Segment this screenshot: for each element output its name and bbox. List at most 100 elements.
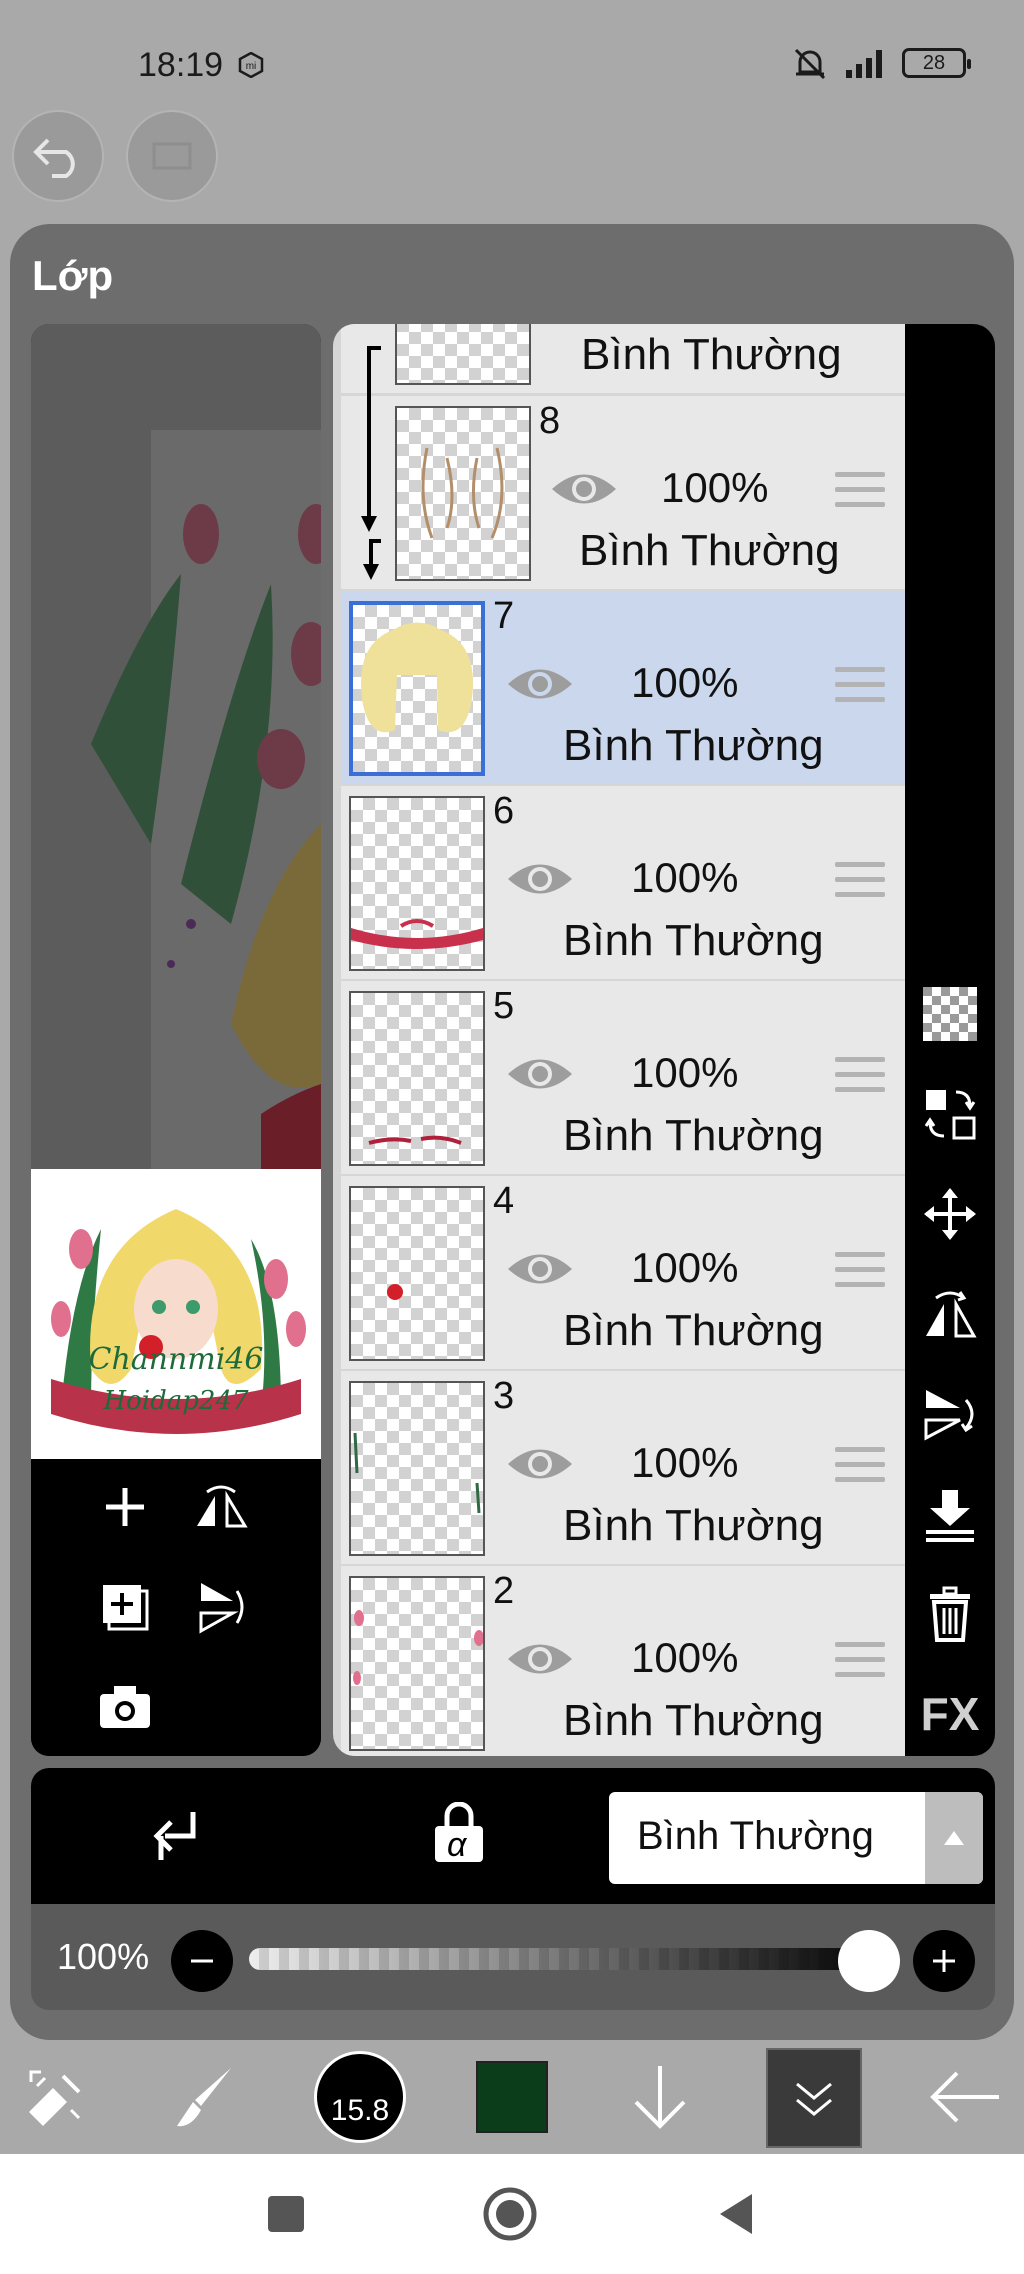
layer-drag-handle[interactable] bbox=[835, 862, 885, 902]
layer-blend-mode: Bình Thường bbox=[563, 916, 824, 965]
triangle-up-icon bbox=[944, 1831, 964, 1845]
camera-button[interactable] bbox=[95, 1677, 155, 1737]
layer-drag-handle[interactable] bbox=[835, 1642, 885, 1682]
flip-vertical-button[interactable] bbox=[191, 1577, 251, 1637]
layer-thumbnail bbox=[395, 406, 531, 581]
back-button[interactable] bbox=[706, 2184, 766, 2244]
layer-opacity: 100% bbox=[631, 1049, 739, 1096]
redo-button[interactable] bbox=[126, 110, 218, 202]
delete-layer-button[interactable] bbox=[920, 1584, 980, 1644]
visibility-eye-icon[interactable] bbox=[505, 661, 575, 707]
visibility-eye-icon[interactable] bbox=[505, 1441, 575, 1487]
thumbnail-watermark-1: Channmi46 bbox=[88, 1342, 263, 1377]
camera-icon bbox=[100, 1686, 150, 1728]
layer-row[interactable]: 6 100% Bình Thường bbox=[341, 786, 905, 979]
canvas-column: Channmi46 Hoidap247 bbox=[31, 324, 321, 1756]
alpha-lock-button[interactable]: α bbox=[431, 1801, 487, 1864]
opacity-increase-button[interactable] bbox=[913, 1930, 975, 1992]
swap-layer-button[interactable] bbox=[920, 1084, 980, 1144]
color-picker-button[interactable] bbox=[472, 2040, 552, 2154]
transform-tool-button[interactable] bbox=[18, 2040, 98, 2154]
transparency-button[interactable] bbox=[920, 984, 980, 1044]
layer-drag-handle[interactable] bbox=[835, 472, 885, 512]
move-button[interactable] bbox=[920, 1184, 980, 1244]
duplicate-layer-icon bbox=[103, 1585, 149, 1631]
opacity-slider-knob[interactable] bbox=[838, 1930, 900, 1992]
visibility-eye-icon[interactable] bbox=[505, 856, 575, 902]
layer-thumbnail-art bbox=[353, 1432, 481, 1514]
alpha-symbol: α bbox=[447, 1826, 467, 1864]
layer-row-selected[interactable]: 7 100% Bình Thường bbox=[341, 591, 905, 784]
back-arrow-button[interactable] bbox=[920, 2040, 1010, 2154]
layer-drag-handle[interactable] bbox=[835, 1447, 885, 1487]
panel-title: Lớp bbox=[32, 252, 114, 299]
layer-number: 3 bbox=[493, 1375, 515, 1417]
circle-home-icon bbox=[483, 2187, 537, 2241]
layer-drag-handle[interactable] bbox=[835, 1057, 885, 1097]
layer-row[interactable]: 8 100% Bình Thường bbox=[341, 346, 905, 589]
add-layer-button[interactable] bbox=[95, 1477, 155, 1537]
canvas-preview[interactable] bbox=[31, 324, 321, 1169]
arrow-down-icon bbox=[634, 2066, 686, 2129]
layer-list: Bình Thường 8 100% Bình Thường 7 100% Bì… bbox=[333, 324, 905, 1756]
flip-vertical-button-right[interactable] bbox=[920, 1384, 980, 1444]
merge-down-icon bbox=[926, 1490, 974, 1542]
home-button[interactable] bbox=[480, 2184, 540, 2244]
layer-thumbnail bbox=[349, 991, 485, 1166]
layer-down-button[interactable] bbox=[620, 2040, 700, 2154]
layer-number: 6 bbox=[493, 790, 515, 832]
blend-mode-bar: α Bình Thường bbox=[31, 1768, 995, 1904]
fx-button[interactable]: FX bbox=[915, 1684, 985, 1744]
system-navigation-bar bbox=[0, 2154, 1024, 2274]
layer-drag-handle[interactable] bbox=[835, 1252, 885, 1292]
layer-thumbnail-art bbox=[351, 919, 483, 949]
layer-thumbnail-art bbox=[421, 447, 504, 539]
recent-apps-button[interactable] bbox=[256, 2184, 316, 2244]
merge-down-button[interactable] bbox=[920, 1484, 980, 1544]
artwork-thumbnail-image: Channmi46 Hoidap247 bbox=[51, 1209, 306, 1434]
layer-blend-mode: Bình Thường bbox=[563, 1696, 824, 1745]
signal-icon bbox=[846, 50, 882, 78]
artwork-thumbnail: Channmi46 Hoidap247 bbox=[31, 1169, 321, 1459]
duplicate-layer-button[interactable] bbox=[95, 1577, 155, 1637]
layer-row[interactable]: 3 100% Bình Thường bbox=[341, 1371, 905, 1564]
clipping-icon bbox=[153, 1812, 196, 1860]
move-icon bbox=[924, 1188, 976, 1240]
visibility-eye-icon[interactable] bbox=[505, 1636, 575, 1682]
layer-blend-mode: Bình Thường bbox=[579, 526, 840, 575]
flip-horizontal-button[interactable] bbox=[191, 1477, 251, 1537]
layer-row[interactable]: Bình Thường bbox=[341, 324, 905, 393]
opacity-slider-track[interactable] bbox=[249, 1948, 883, 1970]
layer-opacity: 100% bbox=[661, 464, 769, 511]
visibility-eye-icon[interactable] bbox=[505, 1051, 575, 1097]
opacity-decrease-button[interactable] bbox=[171, 1930, 233, 1992]
visibility-eye-icon[interactable] bbox=[505, 1246, 575, 1292]
bottom-toolbar: 15.8 bbox=[0, 2040, 1024, 2154]
layer-number: 8 bbox=[539, 400, 561, 442]
blend-mode-select[interactable]: Bình Thường bbox=[609, 1792, 983, 1884]
eraser-swap-icon bbox=[29, 2070, 81, 2126]
layer-thumbnail bbox=[349, 1576, 485, 1751]
blend-mode-dropdown-arrow[interactable] bbox=[925, 1792, 983, 1884]
layer-row[interactable]: 5 100% Bình Thường bbox=[341, 981, 905, 1174]
opacity-label: 100% bbox=[57, 1936, 150, 1977]
undo-button[interactable] bbox=[12, 110, 104, 202]
visibility-eye-icon[interactable] bbox=[549, 466, 619, 512]
fx-label: FX bbox=[920, 1688, 980, 1740]
clipping-button[interactable] bbox=[149, 1808, 203, 1869]
arrow-left-icon bbox=[930, 2071, 999, 2123]
flip-horizontal-button-right[interactable] bbox=[920, 1284, 980, 1344]
layer-row[interactable]: 4 100% Bình Thường bbox=[341, 1176, 905, 1369]
layer-thumbnail bbox=[349, 796, 485, 971]
layer-drag-handle[interactable] bbox=[835, 667, 885, 707]
layer-row[interactable]: 2 100% Bình Thường bbox=[341, 1566, 905, 1756]
brush-icon bbox=[177, 2068, 231, 2127]
status-time: 18:19 bbox=[138, 46, 224, 84]
brush-size-button[interactable]: 15.8 bbox=[312, 2040, 408, 2154]
clipping-arrow-icon bbox=[361, 346, 381, 580]
layer-panel-button[interactable] bbox=[766, 2048, 862, 2148]
svg-text:mi: mi bbox=[246, 61, 257, 72]
brush-tool-button[interactable] bbox=[166, 2040, 246, 2154]
layer-thumbnail bbox=[349, 1381, 485, 1556]
layer-opacity: 100% bbox=[631, 659, 739, 706]
